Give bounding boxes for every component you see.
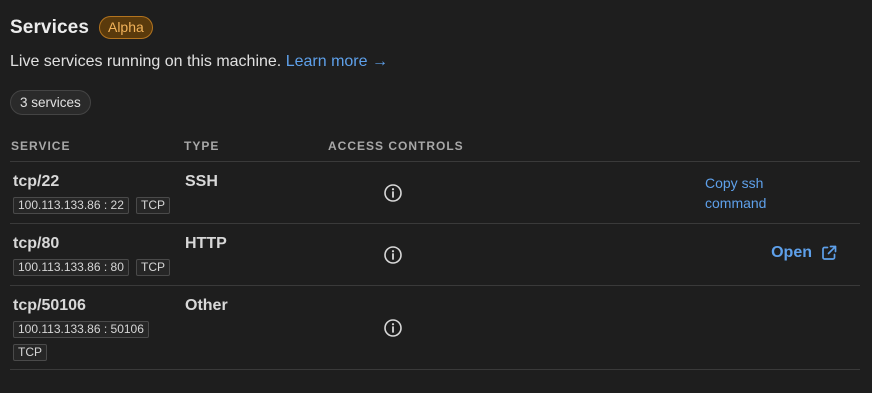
info-circle-icon[interactable] — [383, 318, 403, 338]
column-header-service: SERVICE — [11, 139, 71, 153]
table-row: tcp/50106 100.113.133.86 : 50106 TCP Oth… — [10, 286, 860, 369]
info-circle-icon[interactable] — [383, 245, 403, 265]
service-type: SSH — [185, 173, 218, 190]
column-header-type: TYPE — [184, 139, 220, 153]
service-name: tcp/22 — [13, 173, 60, 190]
protocol-chip: TCP — [13, 344, 47, 361]
table-row: tcp/22 100.113.133.86 : 22 TCP SSH Copy … — [10, 162, 860, 223]
service-name: tcp/80 — [13, 235, 60, 252]
header: Services Alpha — [10, 16, 153, 39]
address-chip: 100.113.133.86 : 50106 — [13, 321, 149, 338]
service-type: Other — [185, 297, 228, 314]
alpha-badge: Alpha — [98, 16, 153, 39]
external-link-icon — [822, 245, 837, 260]
page-title: Services — [10, 16, 89, 38]
column-header-access-controls: ACCESS CONTROLS — [328, 139, 464, 153]
page-subtitle: Live services running on this machine. L… — [10, 53, 388, 71]
copy-ssh-line-1: Copy ssh — [705, 175, 764, 191]
subtitle-text: Live services running on this machine. — [10, 53, 282, 70]
address-chip: 100.113.133.86 : 80 — [13, 259, 129, 276]
services-count-badge: 3 services — [10, 90, 91, 115]
services-panel: Services Alpha Live services running on … — [0, 0, 872, 393]
protocol-chip: TCP — [136, 197, 170, 214]
copy-ssh-line-2: command — [705, 195, 767, 211]
divider — [10, 369, 860, 370]
service-type: HTTP — [185, 235, 227, 252]
copy-ssh-command-link[interactable]: Copy ssh command — [705, 173, 766, 213]
open-service-link[interactable]: Open — [771, 244, 838, 262]
address-chip: 100.113.133.86 : 22 — [13, 197, 129, 214]
table-row: tcp/80 100.113.133.86 : 80 TCP HTTP Open — [10, 224, 860, 285]
service-name: tcp/50106 — [13, 297, 86, 314]
protocol-chip: TCP — [136, 259, 170, 276]
info-circle-icon[interactable] — [383, 183, 403, 203]
learn-more-link[interactable]: Learn more → — [286, 53, 388, 70]
open-link-label: Open — [771, 244, 812, 261]
